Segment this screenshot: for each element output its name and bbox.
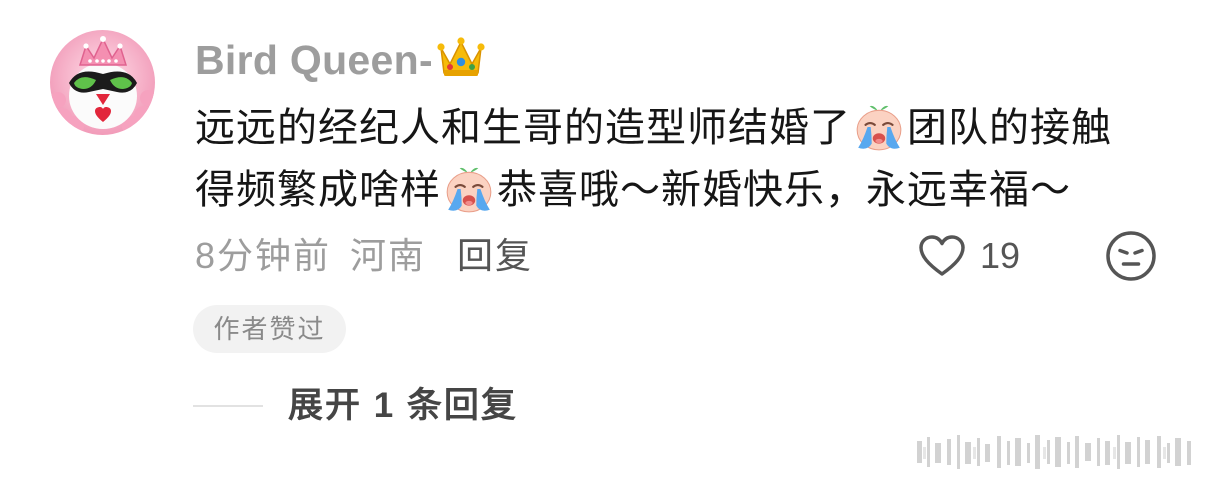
avatar-penguin-tiara-icon	[50, 30, 155, 135]
comment-item: Bird Queen- 远远的经纪人和生哥的造型师结婚了 团队的接触 得频繁成啥…	[0, 0, 1206, 483]
dislike-button[interactable]	[1103, 228, 1159, 284]
comment-text-segment: 团队的接触	[907, 106, 1112, 150]
comment-time: 8分钟前	[195, 235, 332, 276]
neutral-face-icon	[1106, 231, 1156, 281]
author-liked-badge: 作者赞过	[193, 305, 346, 353]
user-avatar[interactable]	[50, 30, 155, 135]
like-button[interactable]: 19	[912, 226, 1034, 286]
username[interactable]: Bird Queen-	[195, 34, 433, 86]
crying-face-emoji-icon	[853, 102, 905, 154]
comment-text-segment: 恭喜哦～新婚快乐，永远幸福～	[497, 168, 1071, 212]
comment-location: 河南	[350, 235, 427, 276]
expand-divider	[193, 405, 263, 407]
comment-line: 得频繁成啥样 恭喜哦～新婚快乐，永远幸福～	[195, 159, 1155, 221]
like-count: 19	[980, 235, 1021, 276]
expand-replies-button[interactable]: 展开 1 条回复	[193, 382, 553, 430]
username-row: Bird Queen-	[195, 34, 486, 86]
comment-line: 远远的经纪人和生哥的造型师结婚了 团队的接触	[195, 97, 1155, 159]
comment-text-segment: 远远的经纪人和生哥的造型师结婚了	[195, 106, 851, 150]
crown-emoji-icon	[436, 34, 486, 80]
comment-text-segment: 得频繁成啥样	[195, 168, 441, 212]
reply-button[interactable]: 回复	[457, 232, 533, 280]
heart-outline-icon	[918, 234, 966, 278]
comment-text[interactable]: 远远的经纪人和生哥的造型师结婚了 团队的接触 得频繁成啥样 恭喜哦～新婚快乐，永…	[195, 97, 1155, 221]
watermark	[915, 433, 1197, 471]
crying-face-emoji-icon	[443, 164, 495, 216]
expand-replies-label: 展开 1 条回复	[288, 386, 518, 425]
